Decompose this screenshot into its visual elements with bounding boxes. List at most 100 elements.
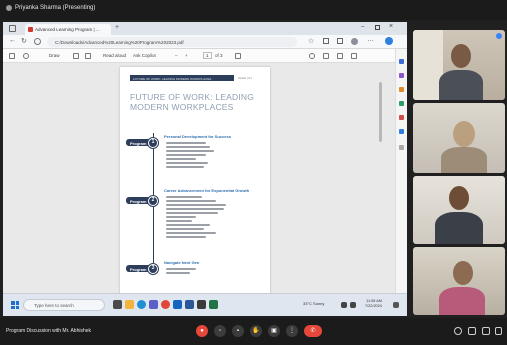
shared-screen: Advanced Learning Program | ... + – × ← …: [3, 22, 407, 316]
info-icon[interactable]: [34, 38, 41, 45]
page-total: of 3: [215, 53, 223, 58]
participant-body: [441, 147, 487, 173]
save-as-icon[interactable]: [351, 53, 357, 59]
pdf-toolbar: Draw Read aloud Ask Copilot – + 1 of 3: [3, 49, 407, 63]
browser-tab[interactable]: Advanced Learning Program | ...: [25, 24, 111, 35]
chrome-icon[interactable]: [161, 300, 170, 309]
bullet-line: [166, 224, 210, 226]
task-view-icon[interactable]: [113, 300, 122, 309]
meeting-title: Program Discussion with Mr. Abhishek: [6, 328, 92, 334]
mic-active-icon: [496, 33, 502, 39]
participant-tile[interactable]: [413, 30, 505, 100]
file-explorer-icon[interactable]: [125, 300, 134, 309]
people-icon[interactable]: [468, 327, 476, 335]
bullet-line: [166, 146, 210, 148]
extensions-icon[interactable]: [323, 38, 329, 44]
sidebar-add-icon[interactable]: [399, 145, 404, 150]
collections-icon[interactable]: [337, 38, 343, 44]
sidebar-app-icon[interactable]: [399, 59, 404, 64]
refresh-icon[interactable]: ↻: [21, 37, 27, 45]
back-icon[interactable]: ←: [9, 37, 16, 44]
participant-body: [439, 287, 485, 315]
camera-icon[interactable]: ▫: [214, 325, 226, 337]
bullet-line: [166, 166, 204, 168]
word-icon[interactable]: [185, 300, 194, 309]
avatar: [449, 186, 469, 210]
search-icon[interactable]: [309, 53, 315, 59]
contents-icon[interactable]: [9, 53, 15, 59]
maximize-icon[interactable]: [375, 25, 380, 30]
scrollbar-thumb[interactable]: [379, 82, 382, 142]
bullet-line: [166, 232, 216, 234]
screen-share-icon: [6, 5, 12, 11]
text-icon[interactable]: [85, 53, 91, 59]
sidebar-app-icon[interactable]: [399, 87, 404, 92]
end-call-icon[interactable]: ✆: [304, 325, 322, 337]
clock-date: 7/22/2024: [365, 304, 382, 308]
program-number: 3: [148, 263, 158, 274]
participant-tile[interactable]: [413, 176, 505, 244]
activities-icon[interactable]: [495, 327, 502, 335]
store-icon[interactable]: [197, 300, 206, 309]
volume-icon[interactable]: [350, 302, 356, 308]
teams-icon[interactable]: [149, 300, 158, 309]
copilot-icon[interactable]: [385, 37, 393, 45]
erase-icon[interactable]: [73, 53, 79, 59]
draw-button[interactable]: Draw: [49, 53, 60, 58]
minimize-icon[interactable]: –: [361, 24, 364, 30]
new-tab-icon[interactable]: +: [115, 24, 119, 31]
raise-hand-icon[interactable]: ✋: [250, 325, 262, 337]
zoom-in-icon[interactable]: +: [185, 53, 188, 58]
bullet-line: [166, 162, 208, 164]
participant-tile[interactable]: [413, 247, 505, 315]
ask-copilot-button[interactable]: Ask Copilot: [133, 53, 156, 58]
edge-icon[interactable]: [137, 300, 146, 309]
browser-tab-bar: Advanced Learning Program | ... + – ×: [3, 22, 407, 35]
save-icon[interactable]: [337, 53, 343, 59]
present-icon[interactable]: ▣: [268, 325, 280, 337]
sidebar-app-icon[interactable]: [399, 115, 404, 120]
bullet-line: [166, 236, 206, 238]
bullet-line: [166, 142, 206, 144]
sidebar-app-icon[interactable]: [399, 101, 404, 106]
taskbar-search-input[interactable]: Type here to search: [23, 299, 105, 311]
bullet-line: [166, 154, 206, 156]
browser-window-icon: [9, 25, 16, 32]
profile-icon[interactable]: [351, 38, 358, 45]
header-page-label: PAGE | 01: [238, 76, 252, 80]
participant-body: [435, 212, 483, 244]
weather-widget[interactable]: 33°C Sunny: [303, 301, 324, 306]
print-icon[interactable]: [323, 53, 329, 59]
read-aloud-button[interactable]: Read aloud: [103, 53, 126, 58]
bullet-line: [166, 220, 192, 222]
participant-body: [439, 70, 483, 100]
presenter-indicator: Priyanka Sharma (Presenting): [6, 5, 95, 11]
program-heading: Personal Development for Success: [164, 134, 231, 139]
close-icon[interactable]: ×: [389, 23, 393, 30]
program-number: 1: [148, 137, 158, 148]
sidebar-app-icon[interactable]: [399, 73, 404, 78]
sidebar-app-icon[interactable]: [399, 129, 404, 134]
highlight-icon[interactable]: [23, 53, 29, 59]
url-input[interactable]: C:/Downloads/Advanced%20Learning%20Progr…: [47, 37, 297, 47]
excel-icon[interactable]: [209, 300, 218, 309]
meeting-control-bar: Program Discussion with Mr. Abhishek ● ▫…: [0, 318, 507, 345]
chat-icon[interactable]: [482, 327, 490, 335]
page-number-input[interactable]: 1: [203, 52, 212, 59]
participant-tile[interactable]: [413, 103, 505, 173]
mic-muted-icon[interactable]: ●: [196, 325, 208, 337]
favorites-icon[interactable]: ☆: [308, 37, 314, 45]
notification-icon[interactable]: [393, 302, 399, 308]
bullet-line: [166, 208, 224, 210]
start-icon[interactable]: [11, 301, 19, 309]
more-options-icon[interactable]: ⋮: [286, 325, 298, 337]
more-icon[interactable]: …: [367, 36, 374, 43]
info-icon[interactable]: [454, 327, 462, 335]
program-heading: Navigate Next Gen: [164, 260, 200, 265]
zoom-out-icon[interactable]: –: [175, 53, 178, 58]
outlook-icon[interactable]: [173, 300, 182, 309]
network-icon[interactable]: [341, 302, 347, 308]
rotate-icon[interactable]: [235, 53, 241, 59]
taskbar-clock[interactable]: 11:08 AM 7/22/2024: [365, 299, 382, 309]
captions-icon[interactable]: ▪: [232, 325, 244, 337]
